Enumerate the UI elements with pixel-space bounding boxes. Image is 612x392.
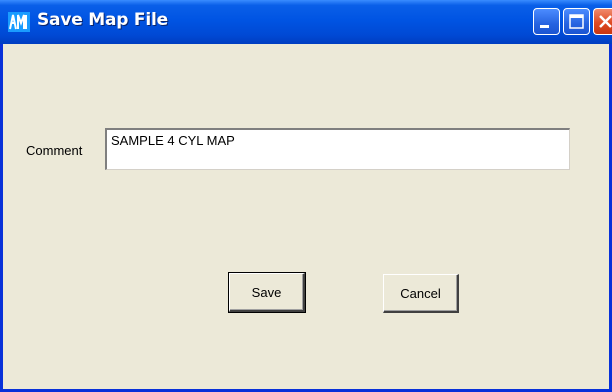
- maximize-icon: [569, 14, 584, 29]
- save-button[interactable]: Save: [228, 272, 306, 313]
- comment-label: Comment: [26, 143, 83, 158]
- title-bar[interactable]: Save Map File: [0, 0, 612, 44]
- maximize-button[interactable]: [563, 8, 590, 35]
- cancel-button[interactable]: Cancel: [383, 274, 459, 313]
- minimize-icon: [540, 25, 549, 28]
- window-title: Save Map File: [37, 10, 168, 30]
- save-map-file-dialog: Save Map File Comment SAMPLE 4 CYL MAP S…: [0, 0, 612, 392]
- close-icon: [599, 15, 612, 28]
- app-logo-icon: [8, 12, 30, 32]
- close-button[interactable]: [593, 8, 612, 35]
- comment-input[interactable]: SAMPLE 4 CYL MAP: [105, 128, 570, 170]
- minimize-button[interactable]: [533, 8, 560, 35]
